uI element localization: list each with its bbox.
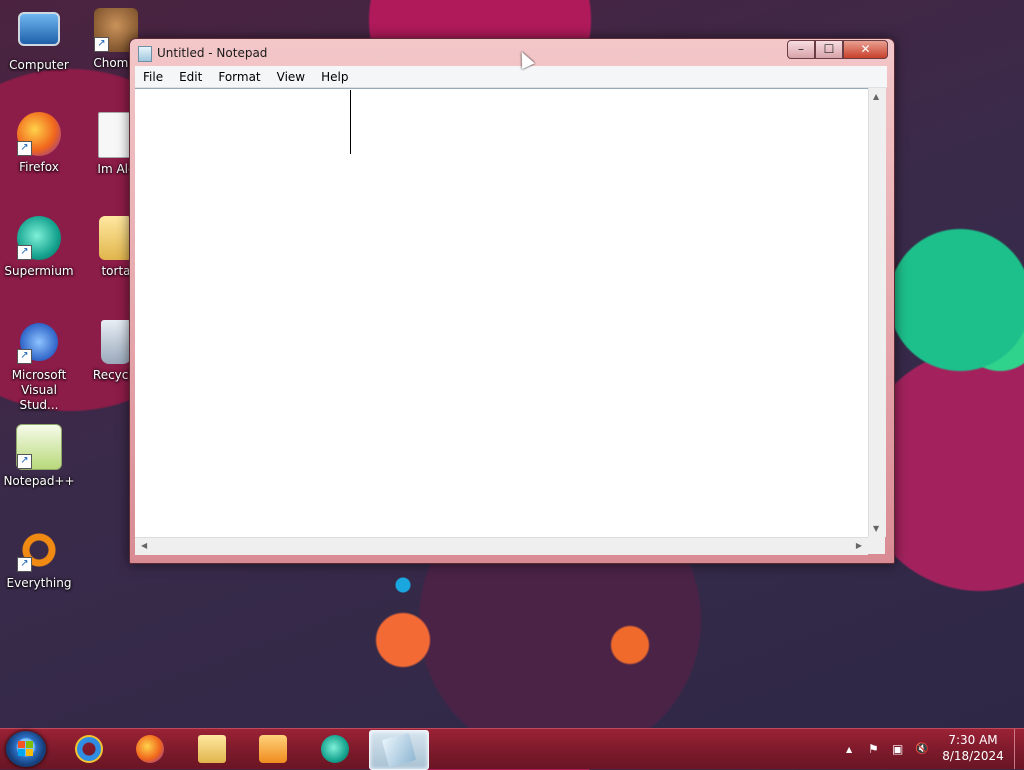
- desktop-icon-label: Notepad++: [3, 474, 75, 488]
- supermium-icon: ↗: [17, 216, 61, 260]
- everything-icon: ↗: [17, 528, 61, 572]
- desktop-icon-notepadpp[interactable]: ↗ Notepad++: [1, 424, 77, 489]
- shortcut-arrow-icon: ↗: [17, 349, 32, 364]
- visual-studio-icon: ↗: [17, 320, 61, 364]
- volume-muted-icon[interactable]: 🔇: [915, 742, 929, 755]
- scroll-up-icon[interactable]: ▲: [873, 92, 879, 101]
- network-icon[interactable]: ▣: [892, 742, 903, 756]
- desktop-icon-visual-studio[interactable]: ↗ Microsoft Visual Stud...: [1, 320, 77, 413]
- firefox-icon: ↗: [17, 112, 61, 156]
- menu-view[interactable]: View: [269, 70, 313, 84]
- shortcut-arrow-icon: ↗: [17, 141, 32, 156]
- scroll-down-icon[interactable]: ▼: [873, 524, 879, 533]
- show-desktop-button[interactable]: [1014, 729, 1024, 769]
- firefox-icon: [136, 735, 164, 763]
- shortcut-arrow-icon: ↗: [94, 37, 109, 52]
- taskbar-firefox[interactable]: [121, 730, 179, 768]
- desktop-icon-label: Computer: [9, 58, 69, 72]
- menu-format[interactable]: Format: [210, 70, 268, 84]
- taskbar: ▲ ⚑ ▣ 🔇 7:30 AM 8/18/2024: [0, 728, 1024, 770]
- taskbar-notepad[interactable]: [369, 730, 429, 770]
- shortcut-arrow-icon: ↗: [17, 454, 32, 469]
- notepad-icon: [138, 46, 152, 62]
- minimize-button[interactable]: –: [787, 40, 815, 59]
- folder-icon: [198, 735, 226, 763]
- desktop-icon-everything[interactable]: ↗ Everything: [1, 528, 77, 591]
- shortcut-arrow-icon: ↗: [17, 557, 32, 572]
- notepadpp-icon: ↗: [16, 424, 62, 470]
- taskbar-supermium[interactable]: [306, 730, 364, 768]
- close-button[interactable]: ✕: [843, 40, 888, 59]
- maximize-button[interactable]: ☐: [815, 40, 843, 59]
- menu-file[interactable]: File: [135, 70, 171, 84]
- clock-date: 8/18/2024: [942, 749, 1004, 763]
- desktop-icon-label: Firefox: [19, 160, 59, 174]
- taskbar-media-player[interactable]: [244, 730, 302, 768]
- desktop-icon-label: Supermium: [4, 264, 74, 278]
- show-hidden-icons-icon[interactable]: ▲: [846, 745, 852, 754]
- text-editor-area[interactable]: [135, 88, 868, 538]
- taskbar-internet-explorer[interactable]: [60, 730, 118, 768]
- folder-icon: [99, 216, 133, 260]
- taskbar-file-explorer[interactable]: [183, 730, 241, 768]
- text-caret: [350, 90, 351, 154]
- desktop-icon-supermium[interactable]: ↗ Supermium: [1, 216, 77, 279]
- desktop-icon-label: Everything: [6, 576, 72, 590]
- menu-help[interactable]: Help: [313, 70, 356, 84]
- window-controls: – ☐ ✕: [787, 40, 888, 59]
- notepad-window[interactable]: Untitled - Notepad – ☐ ✕ File Edit Forma…: [129, 38, 895, 564]
- desktop-icon-firefox[interactable]: ↗ Firefox: [1, 112, 77, 175]
- menu-edit[interactable]: Edit: [171, 70, 210, 84]
- supermium-icon: [321, 735, 349, 763]
- window-title: Untitled - Notepad: [157, 46, 268, 60]
- system-clock[interactable]: 7:30 AM 8/18/2024: [937, 732, 1009, 764]
- desktop-icon-computer[interactable]: Computer: [1, 8, 77, 73]
- internet-explorer-icon: [75, 735, 103, 763]
- clock-time: 7:30 AM: [948, 733, 998, 747]
- vertical-scrollbar[interactable]: ▲ ▼: [868, 88, 886, 537]
- desktop-icon-label: Microsoft Visual Stud...: [11, 368, 67, 412]
- horizontal-scrollbar[interactable]: ◀ ▶: [135, 537, 868, 555]
- windows-logo-icon: [18, 741, 34, 757]
- shortcut-arrow-icon: ↗: [17, 245, 32, 260]
- title-bar[interactable]: Untitled - Notepad – ☐ ✕: [130, 39, 894, 67]
- media-player-icon: [259, 735, 287, 763]
- start-button[interactable]: [6, 731, 46, 767]
- menu-bar: File Edit Format View Help: [135, 66, 887, 88]
- notepad-icon: [381, 732, 417, 768]
- scroll-left-icon[interactable]: ◀: [141, 541, 147, 550]
- computer-icon: [18, 12, 60, 46]
- resize-grip[interactable]: [868, 537, 885, 554]
- recycle-bin-icon: [101, 320, 131, 364]
- scroll-right-icon[interactable]: ▶: [856, 541, 862, 550]
- desktop-icon-label: torta: [101, 264, 131, 278]
- action-center-flag-icon[interactable]: ⚑: [868, 742, 879, 756]
